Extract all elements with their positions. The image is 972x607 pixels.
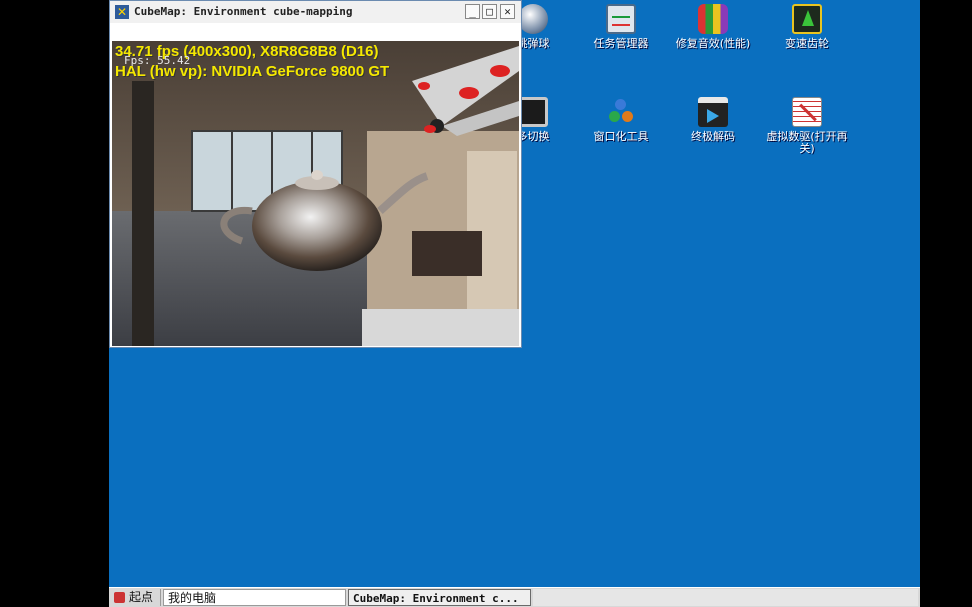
window-tool-icon [606, 97, 636, 127]
x-app-icon: ✕ [115, 5, 129, 19]
scene-render [112, 41, 519, 346]
maximize-button[interactable]: □ [482, 4, 497, 19]
desktop: 跳弹球 任务管理器 修复音效(性能) 变速齿轮 多切换 窗口化工具 终极解码 虚… [109, 0, 920, 607]
audio-repair-icon [698, 4, 728, 34]
hud-device-line: HAL (hw vp): NVIDIA GeForce 9800 GT [115, 63, 390, 80]
cubemap-window[interactable]: ✕ CubeMap: Environment cube-mapping _ □ … [109, 0, 522, 348]
minimize-button[interactable]: _ [465, 4, 480, 19]
desktop-icon-window-tool[interactable]: 窗口化工具 [573, 97, 669, 143]
start-label: 起点 [129, 590, 154, 604]
pinball-icon [518, 4, 548, 34]
taskbar-task-cubemap[interactable]: CubeMap: Environment c... [348, 589, 531, 606]
render-viewport[interactable]: 34.71 fps (400x300), X8R8G8B8 (D16) Fps:… [112, 41, 519, 346]
start-button[interactable]: 起点 [111, 589, 161, 606]
desktop-icon-virtual-drive[interactable]: 虚拟数驱(打开再关) [759, 97, 855, 155]
desktop-icon-task-manager[interactable]: 任务管理器 [573, 4, 669, 50]
desktop-icon-label: 变速齿轮 [785, 37, 829, 50]
desktop-icon-label: 任务管理器 [593, 37, 649, 50]
desktop-icon-label: 窗口化工具 [593, 130, 649, 143]
start-flag-icon [114, 592, 125, 603]
window-titlebar[interactable]: ✕ CubeMap: Environment cube-mapping _ □ … [110, 1, 521, 24]
task-manager-icon [606, 4, 636, 34]
monitor-switch-icon [518, 97, 548, 127]
desktop-icon-audio-repair[interactable]: 修复音效(性能) [665, 4, 761, 50]
window-menubar [110, 23, 521, 41]
desktop-icon-label: 修复音效(性能) [675, 37, 751, 50]
desktop-icon-label: 虚拟数驱(打开再关) [766, 130, 848, 155]
taskbar: 起点 我的电脑 CubeMap: Environment c... [109, 587, 920, 607]
desktop-icon-label: 终极解码 [691, 130, 735, 143]
speed-gear-icon [792, 4, 822, 34]
codec-icon [698, 97, 728, 127]
desktop-icon-codec[interactable]: 终极解码 [665, 97, 761, 143]
window-title: CubeMap: Environment cube-mapping [134, 5, 353, 18]
virtual-drive-icon [792, 97, 822, 127]
desktop-icon-speed-gear[interactable]: 变速齿轮 [759, 4, 855, 50]
taskbar-my-computer[interactable]: 我的电脑 [163, 589, 346, 606]
close-button[interactable]: ✕ [500, 4, 515, 19]
taskbar-empty-area [533, 589, 918, 606]
